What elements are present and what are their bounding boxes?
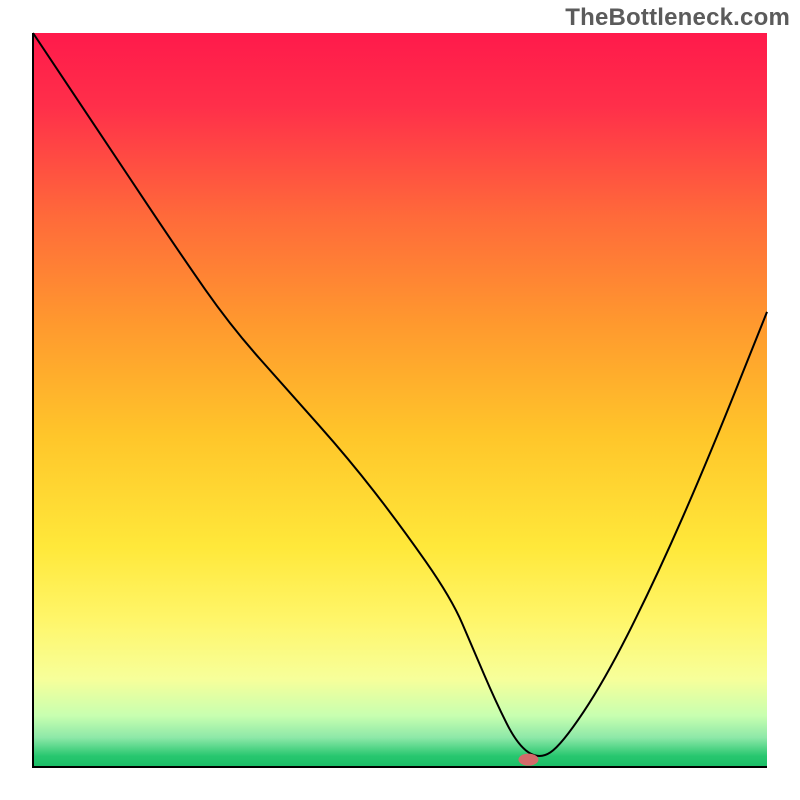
bottleneck-chart bbox=[0, 0, 800, 800]
watermark-text: TheBottleneck.com bbox=[565, 4, 790, 32]
chart-container: TheBottleneck.com bbox=[0, 0, 800, 800]
optimal-marker bbox=[518, 754, 538, 766]
plot-background bbox=[33, 33, 767, 767]
